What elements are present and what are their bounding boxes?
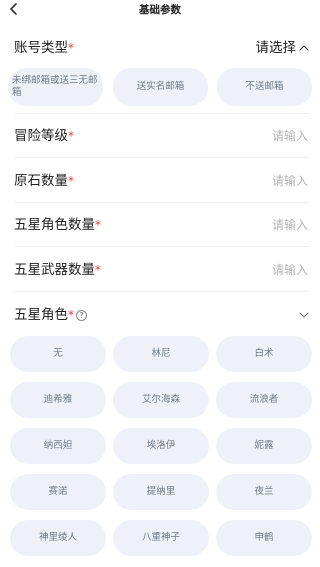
character-option-pill[interactable]: 赛诺 xyxy=(10,474,106,510)
character-option-pill[interactable]: 八重神子 xyxy=(113,520,209,556)
required-mark: * xyxy=(68,308,74,322)
character-option-pill[interactable]: 无 xyxy=(10,336,106,372)
character-option-pill[interactable]: 提纳里 xyxy=(113,474,209,510)
mail-option-label: 送实名邮箱 xyxy=(136,81,185,92)
character-option-label: 妮露 xyxy=(254,440,274,451)
character-option-label: 无 xyxy=(53,348,63,359)
character-option-label: 神里绫人 xyxy=(38,532,77,543)
five-star-weapon-count-field[interactable]: 五星武器数量* 请输入 xyxy=(0,260,320,280)
character-option-pill[interactable]: 申鹤 xyxy=(216,520,312,556)
character-option-pill[interactable]: 夜兰 xyxy=(216,474,312,510)
mail-option-pill[interactable]: 不送邮箱 xyxy=(217,68,312,106)
character-option-label: 埃洛伊 xyxy=(146,440,176,451)
required-mark: * xyxy=(68,129,74,143)
adventure-rank-input[interactable]: 请输入 xyxy=(272,126,308,146)
character-option-label: 赛诺 xyxy=(48,486,68,497)
character-option-label: 八重神子 xyxy=(141,532,180,543)
divider xyxy=(14,291,308,292)
character-option-pill[interactable]: 艾尔海森 xyxy=(113,382,209,418)
chevron-up-icon[interactable] xyxy=(298,42,310,54)
primogems-field[interactable]: 原石数量* 请输入 xyxy=(0,171,320,191)
character-option-pill[interactable]: 流浪者 xyxy=(216,382,312,418)
account-type-label: 账号类型 xyxy=(14,40,68,56)
chevron-down-icon[interactable] xyxy=(298,309,310,321)
character-option-label: 艾尔海森 xyxy=(141,394,180,405)
mail-option-label: 不送邮箱 xyxy=(245,81,284,92)
divider xyxy=(14,202,308,203)
primogems-label: 原石数量 xyxy=(14,173,68,189)
character-option-pill[interactable]: 白术 xyxy=(216,336,312,372)
five-star-weapon-count-input[interactable]: 请输入 xyxy=(272,260,308,280)
mail-option-label: 未绑邮箱或送三无邮箱 xyxy=(12,75,98,98)
five-star-chars-label: 五星角色 xyxy=(14,307,68,323)
required-mark: * xyxy=(68,41,74,55)
required-mark: * xyxy=(95,263,101,277)
adventure-rank-label: 冒险等级 xyxy=(14,128,68,144)
character-option-label: 白术 xyxy=(254,348,274,359)
character-option-label: 纳西妲 xyxy=(43,440,73,451)
page-title: 基础参数 xyxy=(139,4,181,16)
five-star-char-count-input[interactable]: 请输入 xyxy=(272,215,308,235)
account-type-field[interactable]: 账号类型* 请选择 xyxy=(0,38,320,58)
character-option-label: 夜兰 xyxy=(254,486,274,497)
top-bar: 基础参数 xyxy=(0,0,320,20)
character-option-pill[interactable]: 迪希雅 xyxy=(10,382,106,418)
character-option-pill[interactable]: 林尼 xyxy=(113,336,209,372)
five-star-char-count-label: 五星角色数量 xyxy=(14,217,95,233)
five-star-weapon-count-label: 五星武器数量 xyxy=(14,262,95,278)
character-option-label: 提纳里 xyxy=(146,486,176,497)
five-star-char-count-field[interactable]: 五星角色数量* 请输入 xyxy=(0,215,320,235)
account-type-select[interactable]: 请选择 xyxy=(256,38,297,58)
character-option-pill[interactable]: 埃洛伊 xyxy=(113,428,209,464)
character-option-label: 林尼 xyxy=(151,348,171,359)
character-option-label: 流浪者 xyxy=(249,394,279,405)
character-option-label: 申鹤 xyxy=(254,532,274,543)
primogems-input[interactable]: 请输入 xyxy=(272,171,308,191)
required-mark: * xyxy=(95,218,101,232)
character-option-pill[interactable]: 神里绫人 xyxy=(10,520,106,556)
mail-option-pill[interactable]: 未绑邮箱或送三无邮箱 xyxy=(8,68,103,106)
help-circle-icon[interactable]: ? xyxy=(76,309,87,321)
mail-option-pill[interactable]: 送实名邮箱 xyxy=(113,68,208,106)
adventure-rank-field[interactable]: 冒险等级* 请输入 xyxy=(0,126,320,146)
character-option-pill[interactable]: 纳西妲 xyxy=(10,428,106,464)
divider xyxy=(14,157,308,158)
divider xyxy=(14,246,308,247)
character-option-pill[interactable]: 妮露 xyxy=(216,428,312,464)
divider xyxy=(14,113,308,114)
character-option-label: 迪希雅 xyxy=(43,394,73,405)
required-mark: * xyxy=(68,174,74,188)
five-star-chars-field[interactable]: 五星角色*? xyxy=(0,305,320,325)
